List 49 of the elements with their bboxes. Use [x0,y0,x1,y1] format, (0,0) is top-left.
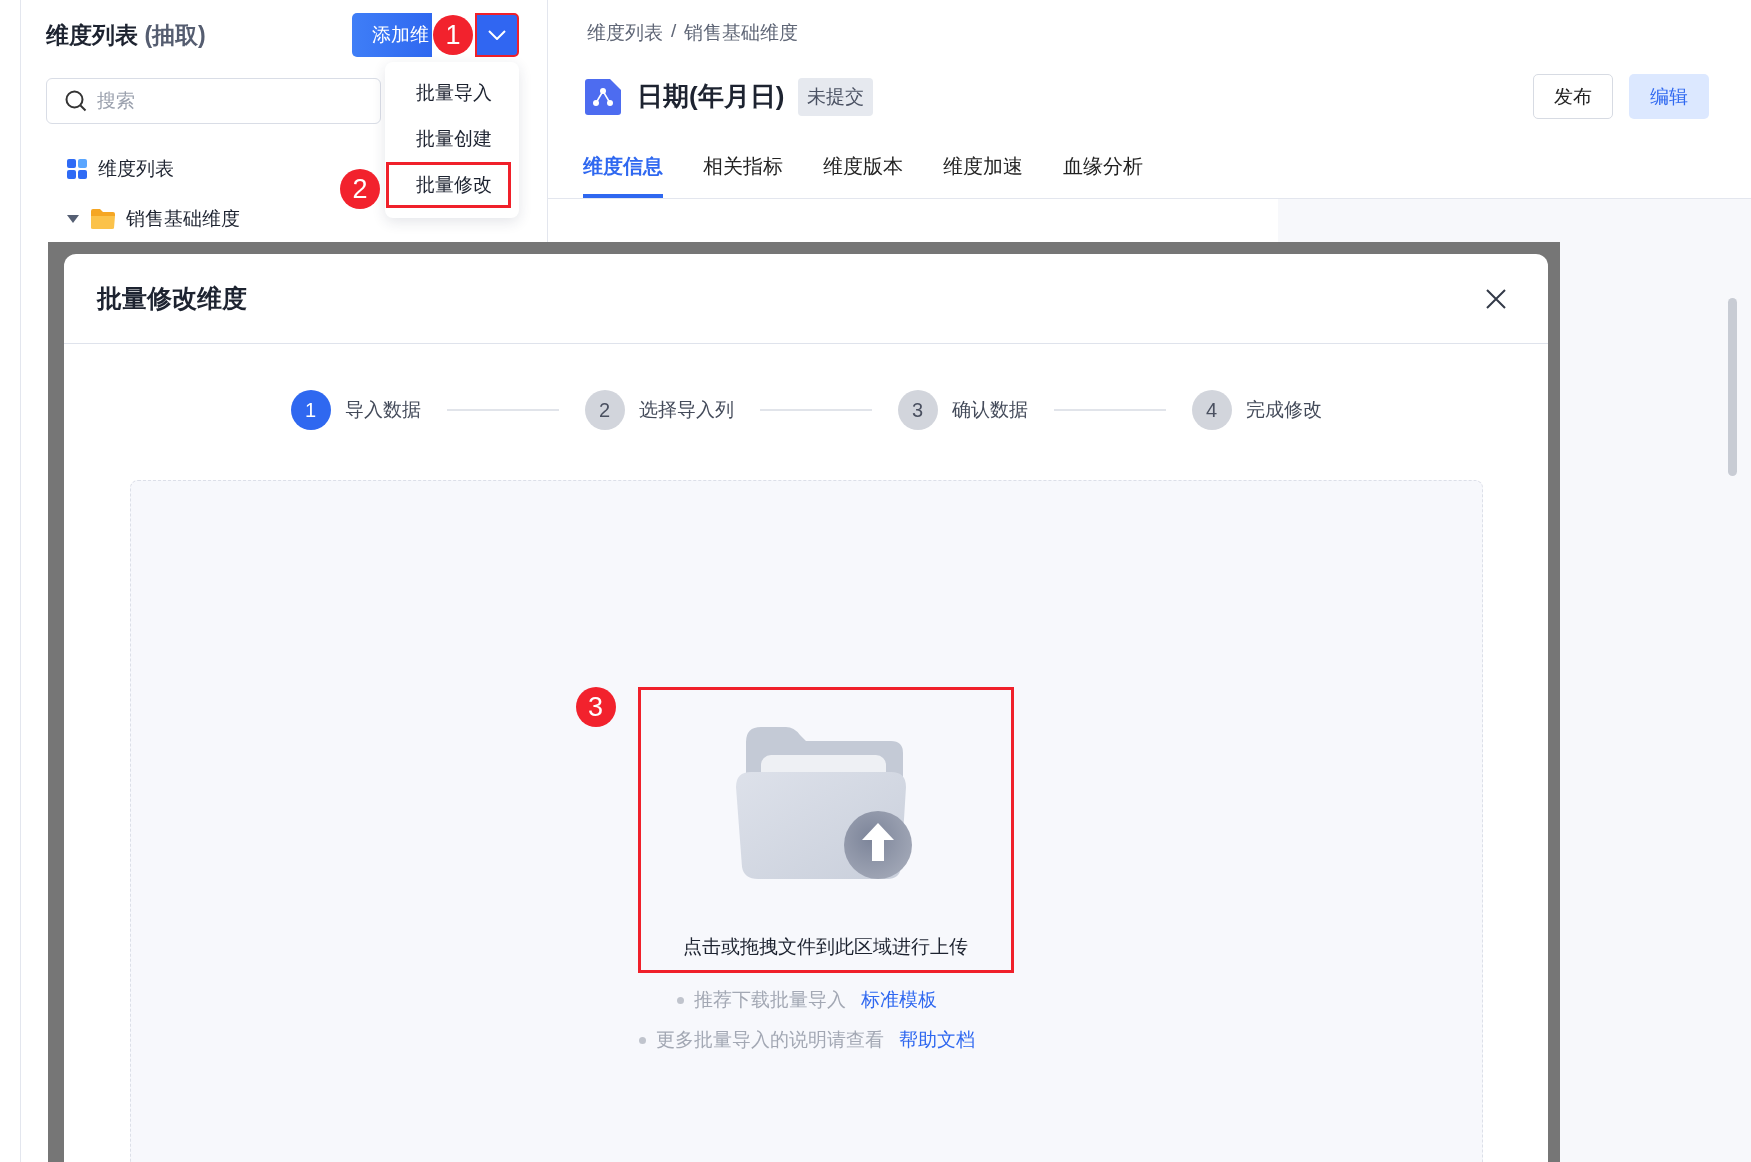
step-label: 选择导入列 [638,398,734,422]
bullet-icon [638,1036,646,1044]
search-field[interactable]: 搜索 [46,78,381,124]
chevron-down-icon [488,30,506,40]
panel-title: 维度列表 (抽取) [46,20,206,50]
callout-number: 3 [575,687,616,727]
caret-down-icon[interactable] [66,214,80,224]
step-label: 导入数据 [344,398,421,422]
upload-instruction: 点击或拖拽文件到此区域进行上传 [683,935,968,959]
step-number: 1 [290,390,331,430]
tab[interactable]: 血缘分析 [1063,153,1143,198]
callout-number: 1 [433,15,473,55]
edit-button[interactable]: 编辑 [1629,74,1709,119]
hint-link[interactable]: 帮助文档 [898,1027,975,1053]
menu-item[interactable]: 批量导入 [386,70,511,116]
publish-button[interactable]: 发布 [1533,74,1613,119]
tab[interactable]: 相关指标 [703,153,783,198]
hint-text: 更多批量导入的说明请查看 [655,1028,884,1052]
dialog-title: 批量修改维度 [97,283,247,314]
tab[interactable]: 维度信息 [583,153,663,198]
tree-item[interactable]: 维度列表 [98,156,174,182]
step-number: 3 [897,390,938,430]
breadcrumb-link[interactable]: 维度列表 [587,20,663,46]
status-tag: 未提交 [798,77,874,116]
breadcrumb-separator: / [671,20,677,43]
close-icon[interactable] [1485,287,1507,310]
tab[interactable]: 维度加速 [943,153,1023,198]
step-label: 确认数据 [951,398,1028,422]
menu-item[interactable]: 批量修改 [386,162,511,208]
callout-number: 2 [340,169,380,209]
hint-text: 推荐下载批量导入 [693,988,846,1012]
folder-icon [90,208,116,230]
step-label: 完成修改 [1245,398,1322,422]
breadcrumb-link[interactable]: 销售基础维度 [684,20,799,46]
hint-link[interactable]: 标准模板 [860,987,937,1013]
dimension-icon [585,78,621,115]
dropdown-toggle[interactable] [475,13,519,57]
menu-item[interactable]: 批量创建 [386,116,511,162]
bullet-icon [676,996,684,1004]
step-number: 4 [1191,390,1232,430]
tab[interactable]: 维度版本 [823,153,903,198]
upload-area[interactable]: 3 点击或拖拽文件到此区域进行上传 推荐下载批量导入 标准模板 更多批量导入的说明请查看 帮助文档 [130,480,1483,1162]
search-icon [64,89,88,113]
dimension-name: 日期(年月日) [637,80,785,113]
tree-item[interactable]: 销售基础维度 [126,206,240,232]
scrollbar-thumb[interactable] [1728,298,1737,476]
step-number: 2 [584,390,625,430]
grid-icon [66,158,88,180]
add-dimension-button[interactable]: 添加维 [352,13,432,57]
